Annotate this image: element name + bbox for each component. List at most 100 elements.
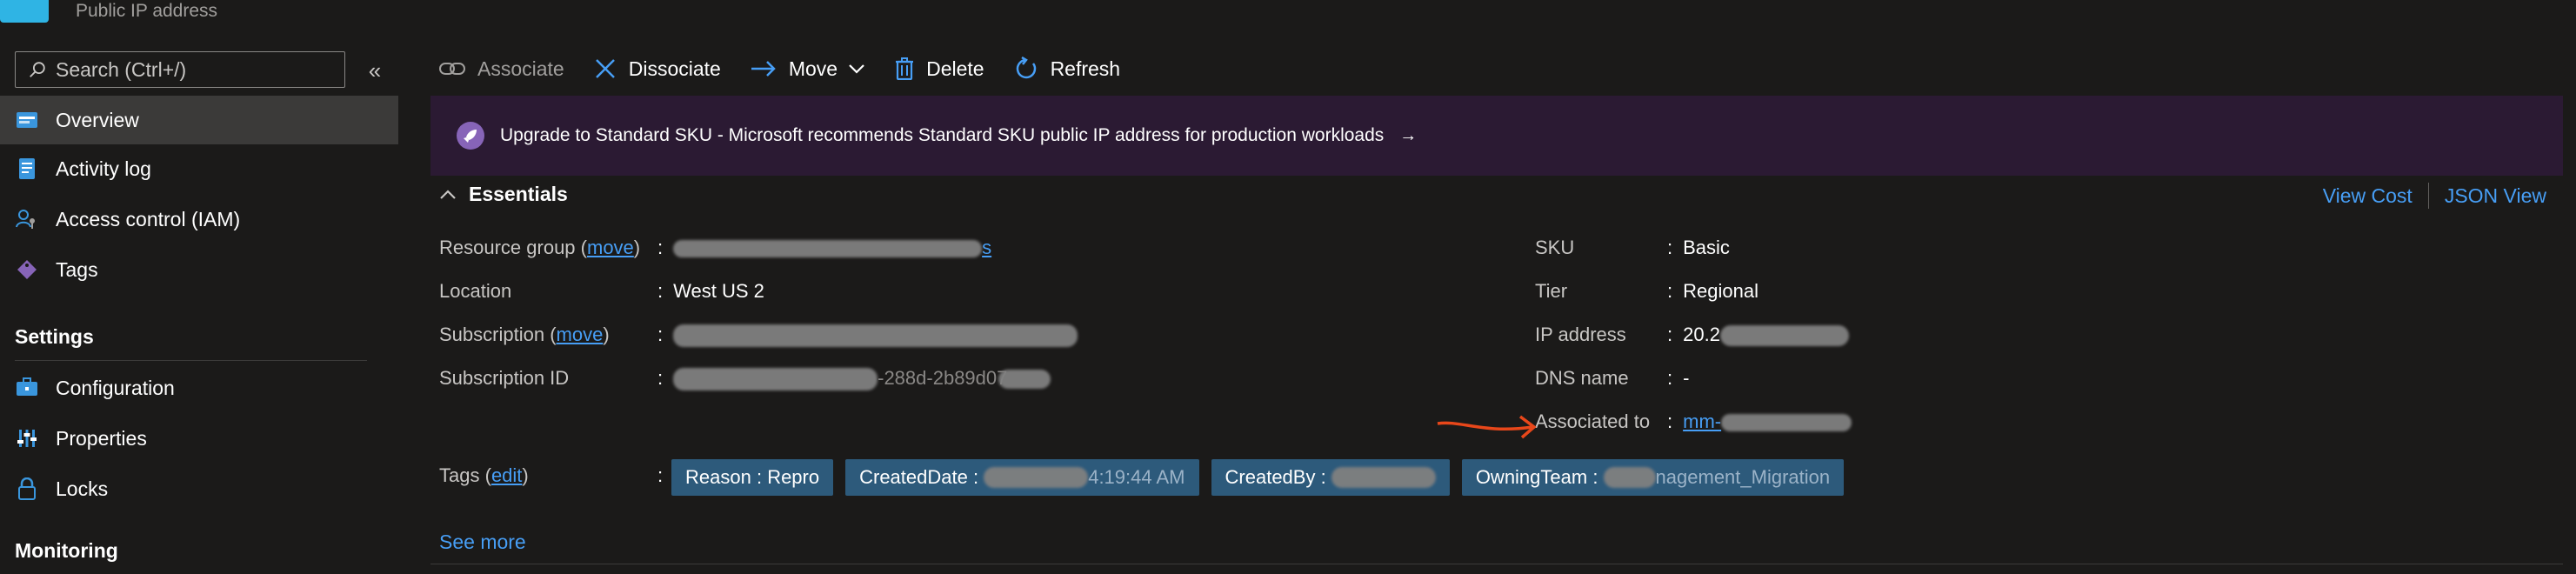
command-bar: Associate Dissociate Move Delete Refresh bbox=[439, 50, 1150, 87]
colon: : bbox=[657, 464, 664, 486]
colon: : bbox=[1667, 237, 1673, 258]
sku-value: Basic bbox=[1683, 237, 1730, 258]
redacted-text bbox=[673, 368, 878, 391]
arrow-right-icon: → bbox=[1399, 125, 1418, 145]
sidebar-item-locks[interactable]: Locks bbox=[0, 464, 398, 513]
location-value: West US 2 bbox=[673, 280, 764, 302]
view-cost-link[interactable]: View Cost bbox=[2323, 184, 2412, 208]
essentials-title: Essentials bbox=[469, 183, 568, 205]
location-value-row: : West US 2 bbox=[657, 278, 764, 304]
sidebar-item-activity-log[interactable]: Activity log bbox=[0, 144, 398, 193]
colon: : bbox=[657, 280, 664, 302]
properties-icon bbox=[16, 427, 38, 450]
move-button[interactable]: Move bbox=[751, 57, 865, 81]
dns-name-label: DNS name bbox=[1535, 367, 1629, 389]
sidebar-item-label: Properties bbox=[56, 426, 147, 450]
edit-tags-link[interactable]: edit bbox=[491, 464, 522, 486]
sidebar-item-tags[interactable]: Tags bbox=[0, 245, 398, 294]
rocket-icon bbox=[457, 122, 484, 150]
dissociate-label: Dissociate bbox=[628, 57, 721, 80]
annotation-arrow bbox=[1437, 415, 1537, 439]
public-ip-resource-icon bbox=[0, 0, 49, 23]
subscription-id-label: Subscription ID bbox=[439, 367, 570, 389]
configuration-icon bbox=[16, 377, 38, 399]
link-divider bbox=[2427, 183, 2429, 209]
tag-chip[interactable]: CreatedDate : 4:19:44 AM bbox=[845, 459, 1199, 496]
subscription-value[interactable]: : bbox=[657, 322, 1078, 348]
tag-icon bbox=[16, 258, 38, 281]
tag-chip[interactable]: CreatedBy : bbox=[1211, 459, 1450, 496]
search-box[interactable] bbox=[15, 51, 345, 88]
ip-address-value[interactable]: 20.2 bbox=[1683, 322, 1849, 348]
tag-chip[interactable]: OwningTeam : nagement_Migration bbox=[1461, 459, 1845, 496]
sidebar-item-label: Activity log bbox=[56, 157, 151, 180]
refresh-label: Refresh bbox=[1050, 57, 1121, 80]
move-label: Move bbox=[788, 57, 838, 80]
colon: : bbox=[1667, 280, 1673, 302]
section-divider bbox=[15, 360, 367, 361]
activity-log-icon bbox=[16, 157, 38, 180]
ip-address-row: IP address : 20.2 bbox=[1535, 322, 1849, 348]
tags-colon: : bbox=[657, 463, 663, 489]
redacted-text bbox=[1331, 467, 1436, 488]
dns-name-value: - bbox=[1683, 367, 1690, 389]
tier-value: Regional bbox=[1683, 280, 1758, 302]
json-view-link[interactable]: JSON View bbox=[2445, 184, 2546, 208]
collapse-sidebar-button[interactable]: « bbox=[360, 56, 390, 85]
tier-label: Tier bbox=[1535, 280, 1568, 302]
delete-label: Delete bbox=[926, 57, 984, 80]
banner-text: Upgrade to Standard SKU - Microsoft reco… bbox=[500, 125, 1385, 145]
associated-to-row: Associated to : mm- bbox=[1535, 409, 1852, 435]
colon: : bbox=[1667, 367, 1673, 389]
refresh-button[interactable]: Refresh bbox=[1014, 57, 1121, 81]
colon: : bbox=[1667, 324, 1673, 345]
sidebar-item-overview[interactable]: Overview bbox=[0, 96, 398, 144]
sidebar-item-configuration[interactable]: Configuration bbox=[0, 364, 398, 412]
close-icon bbox=[594, 57, 617, 80]
essentials-toggle[interactable]: Essentials bbox=[439, 183, 568, 206]
search-icon bbox=[30, 62, 45, 77]
sidebar-item-label: Configuration bbox=[56, 376, 175, 399]
dns-name-row: DNS name : - bbox=[1535, 365, 1689, 391]
redacted-text bbox=[1603, 467, 1656, 488]
overview-icon bbox=[16, 109, 38, 131]
tags-row-label: Tags (edit) bbox=[439, 463, 529, 489]
see-more-link[interactable]: See more bbox=[439, 531, 526, 554]
trash-icon bbox=[895, 57, 914, 80]
arrow-right-icon bbox=[751, 60, 777, 77]
section-title-monitoring: Monitoring bbox=[15, 539, 118, 562]
move-resource-group-link[interactable]: move bbox=[587, 237, 634, 258]
resource-group-link[interactable]: s bbox=[982, 237, 991, 258]
associate-button[interactable]: Associate bbox=[439, 57, 564, 81]
iam-icon bbox=[16, 208, 38, 230]
colon: : bbox=[657, 367, 664, 389]
sidebar-item-properties[interactable]: Properties bbox=[0, 414, 398, 463]
resource-group-value[interactable]: : s bbox=[657, 235, 991, 261]
subscription-row: Subscription (move) bbox=[439, 322, 610, 348]
associated-to-link[interactable]: mm- bbox=[1683, 410, 1721, 432]
redacted-text bbox=[673, 240, 983, 258]
sku-label: SKU bbox=[1535, 237, 1575, 258]
upgrade-sku-banner[interactable]: Upgrade to Standard SKU - Microsoft reco… bbox=[430, 96, 2563, 176]
sidebar-item-access-control[interactable]: Access control (IAM) bbox=[0, 195, 398, 244]
associate-label: Associate bbox=[477, 57, 564, 80]
location-row: Location bbox=[439, 278, 511, 304]
search-input[interactable] bbox=[56, 57, 334, 82]
redacted-text bbox=[1719, 325, 1849, 347]
tags-list: Reason : Repro CreatedDate : 4:19:44 AM … bbox=[671, 459, 1856, 496]
resource-group-label: Resource group (move) bbox=[439, 237, 641, 258]
redacted-text bbox=[1721, 414, 1852, 432]
move-subscription-link[interactable]: move bbox=[557, 324, 604, 345]
tier-row: Tier : Regional bbox=[1535, 278, 1758, 304]
colon: : bbox=[657, 237, 664, 258]
sidebar-item-label: Overview bbox=[56, 108, 139, 131]
colon: : bbox=[657, 324, 664, 345]
link-icon bbox=[439, 60, 465, 77]
redacted-text bbox=[984, 467, 1089, 488]
redacted-text bbox=[673, 324, 1078, 348]
delete-button[interactable]: Delete bbox=[895, 57, 984, 81]
redacted-text bbox=[998, 370, 1051, 390]
chevron-down-icon bbox=[848, 63, 865, 74]
tag-chip[interactable]: Reason : Repro bbox=[671, 459, 834, 496]
dissociate-button[interactable]: Dissociate bbox=[594, 57, 721, 81]
